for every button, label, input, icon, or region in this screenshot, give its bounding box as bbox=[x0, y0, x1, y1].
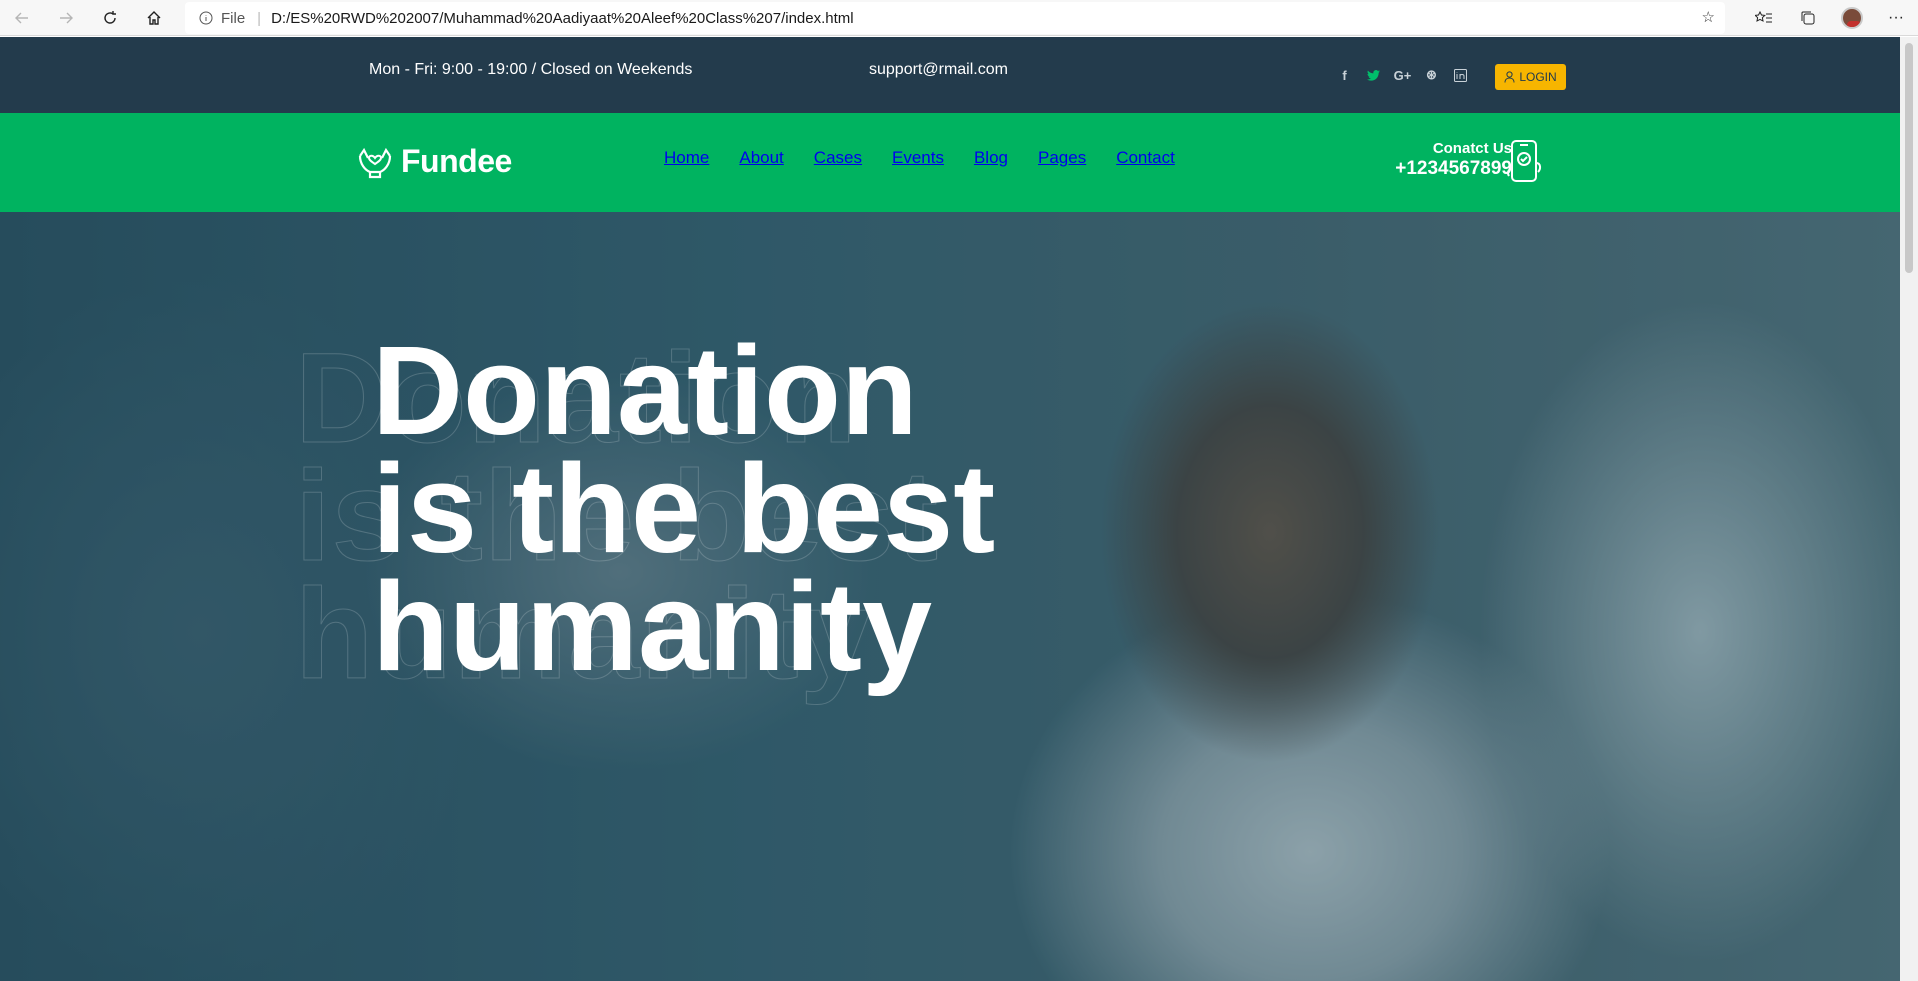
google-plus-icon[interactable]: G+ bbox=[1393, 67, 1412, 83]
collections-icon bbox=[1801, 11, 1815, 25]
top-info-bar: Mon - Fri: 9:00 - 19:00 / Closed on Week… bbox=[0, 37, 1900, 113]
arrow-left-icon bbox=[15, 12, 28, 23]
user-icon bbox=[1504, 71, 1515, 83]
favorites-list-icon bbox=[1755, 10, 1772, 23]
brand-name: Fundee bbox=[401, 143, 512, 179]
more-icon: ··· bbox=[1888, 9, 1904, 26]
nav-link-cases[interactable]: Cases bbox=[814, 148, 862, 168]
headline-line-1: Donation bbox=[372, 320, 918, 461]
collections-button[interactable] bbox=[1786, 0, 1830, 36]
info-icon bbox=[199, 11, 213, 25]
hero-banner: Donation is the best humanity Donation i… bbox=[0, 212, 1900, 981]
browser-toolbar: File | D:/ES%20RWD%202007/Muhammad%20Aad… bbox=[0, 0, 1918, 36]
url-text: D:/ES%20RWD%202007/Muhammad%20Aadiyaat%2… bbox=[271, 9, 854, 27]
hero-headline: Donation is the best humanity bbox=[372, 320, 996, 697]
linkedin-square-icon bbox=[1454, 68, 1467, 82]
forward-button[interactable] bbox=[44, 0, 88, 36]
login-label: LOGIN bbox=[1519, 70, 1557, 84]
nav-link-home[interactable]: Home bbox=[664, 148, 709, 168]
profile-button[interactable] bbox=[1830, 0, 1874, 36]
address-separator: | bbox=[257, 9, 262, 27]
home-button[interactable] bbox=[132, 0, 176, 36]
contact-label: Conatct Us bbox=[1432, 140, 1512, 157]
avatar bbox=[1841, 7, 1863, 29]
favorites-button[interactable] bbox=[1742, 0, 1786, 36]
nav-link-events[interactable]: Events bbox=[892, 148, 944, 168]
reload-icon bbox=[104, 10, 116, 24]
nav-link-pages[interactable]: Pages bbox=[1038, 148, 1086, 168]
headline-line-3: humanity bbox=[372, 556, 933, 697]
nav-link-about[interactable]: About bbox=[739, 148, 783, 168]
login-button[interactable]: LOGIN bbox=[1495, 64, 1566, 90]
nav-link-blog[interactable]: Blog bbox=[974, 148, 1008, 168]
twitter-bird-icon bbox=[1367, 69, 1380, 81]
back-button[interactable] bbox=[0, 0, 44, 36]
support-email[interactable]: support@rmail.com bbox=[869, 61, 1008, 79]
scrollbar-thumb[interactable] bbox=[1905, 43, 1913, 273]
dribbble-icon[interactable]: ⊛ bbox=[1422, 67, 1441, 83]
main-menu: Home About Cases Events Blog Pages Conta… bbox=[664, 148, 1205, 168]
favorite-star-icon[interactable]: ☆ bbox=[1702, 8, 1715, 26]
file-label: File bbox=[221, 9, 246, 27]
more-menu-button[interactable]: ··· bbox=[1874, 0, 1918, 36]
twitter-icon[interactable] bbox=[1364, 67, 1383, 83]
address-bar[interactable]: File | D:/ES%20RWD%202007/Muhammad%20Aad… bbox=[185, 2, 1725, 34]
arrow-right-icon bbox=[60, 12, 73, 23]
contact-info: Conatct Us +1234567899 bbox=[1395, 140, 1512, 180]
main-navbar: Fundee Home About Cases Events Blog Page… bbox=[0, 113, 1900, 212]
web-page: Mon - Fri: 9:00 - 19:00 / Closed on Week… bbox=[0, 37, 1900, 981]
headline-line-2: is the best bbox=[372, 438, 996, 579]
brand-logo[interactable]: Fundee bbox=[357, 143, 512, 180]
opening-hours: Mon - Fri: 9:00 - 19:00 / Closed on Week… bbox=[369, 61, 693, 78]
contact-number[interactable]: +1234567899 bbox=[1395, 158, 1512, 180]
phone-shield-icon bbox=[1507, 140, 1542, 182]
linkedin-icon[interactable] bbox=[1451, 67, 1470, 83]
page-scrollbar[interactable] bbox=[1900, 37, 1918, 981]
reload-button[interactable] bbox=[88, 0, 132, 36]
facebook-icon[interactable]: f bbox=[1335, 67, 1354, 83]
social-links: f G+ ⊛ bbox=[1335, 67, 1470, 83]
hands-heart-icon bbox=[358, 147, 392, 178]
home-icon bbox=[147, 10, 161, 25]
nav-link-contact[interactable]: Contact bbox=[1116, 148, 1175, 168]
